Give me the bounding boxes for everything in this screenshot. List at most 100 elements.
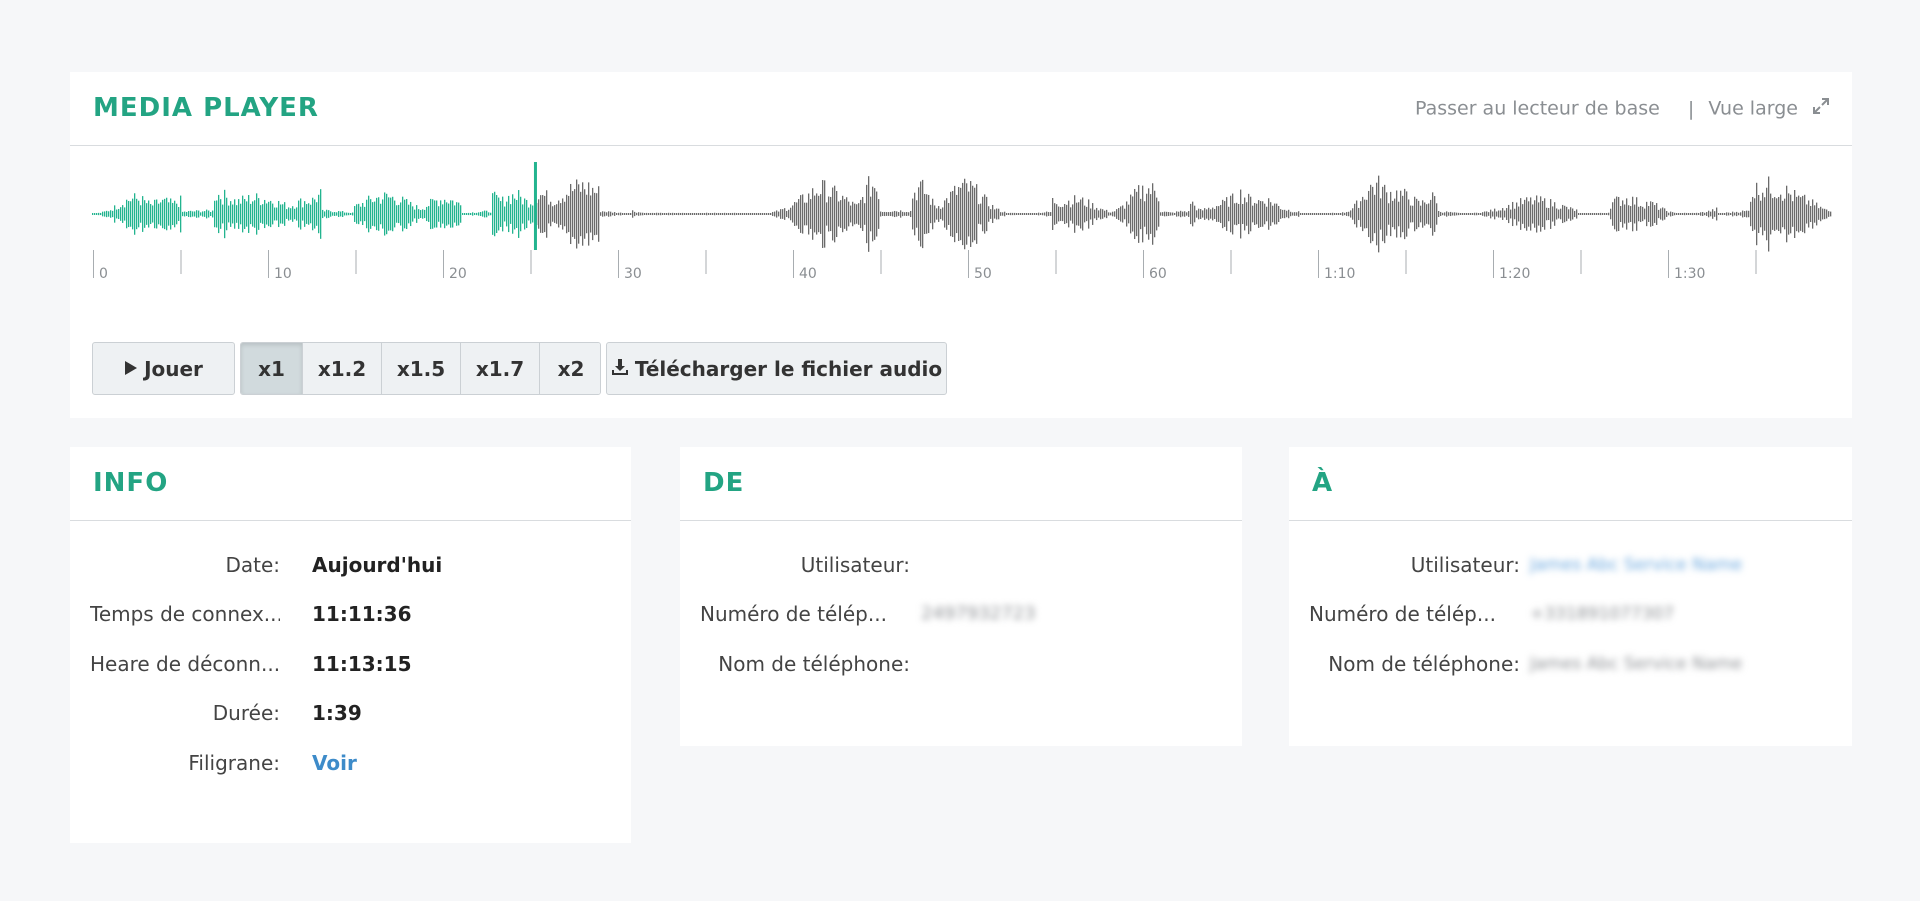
waveform-bar [778,211,780,217]
waveform-bar [1252,205,1254,223]
play-button[interactable]: Jouer [92,342,235,395]
waveform-bar [1442,212,1444,216]
waveform-bar [1608,212,1610,216]
waveform-bar [1776,198,1778,230]
waveform-bar [1530,197,1532,231]
waveform-bar [1768,176,1770,252]
switch-basic-player-link[interactable]: Passer au lecteur de base [1415,98,1660,120]
waveform-bar [1104,210,1106,218]
timeline-label: 1:30 [1674,266,1705,282]
waveform-bar [1186,212,1188,216]
waveform-bar [164,198,166,230]
waveform-bar [1184,211,1186,217]
wide-view-link[interactable]: Vue large [1708,98,1798,120]
waveform-bar [884,211,886,217]
waveform-bar [1168,212,1170,216]
waveform-seek-bar[interactable]: 0 10 20 30 40 50 60 1:10 1:20 1:30 [92,162,1832,292]
waveform-bar [1420,205,1422,223]
waveform-bar [674,213,676,215]
waveform-bar [514,198,516,230]
waveform-bar [540,195,542,233]
connect-time-value: 11:11:36 [312,602,412,626]
speed-x1-5-button[interactable]: x1.5 [381,343,460,394]
waveform-bar [350,213,352,215]
speed-x1-button[interactable]: x1 [241,343,302,394]
timeline-major-tick [93,250,94,278]
waveform-bar [1218,206,1220,222]
waveform-bar [1226,197,1228,231]
waveform-bar [158,203,160,225]
waveform-bar [1474,212,1476,216]
speed-x2-button[interactable]: x2 [539,343,600,394]
to-user-value[interactable]: James Abc Service Name [1530,550,1742,580]
waveform-bar [1754,198,1756,230]
waveform-bar [364,206,366,222]
waveform-bar [1712,209,1714,219]
waveform-bar [1718,213,1720,215]
waveform-bar [740,213,742,215]
waveform-bar [746,213,748,215]
waveform-bar [840,200,842,228]
waveform-bar [722,213,724,215]
waveform-bar [566,194,568,234]
waveform-bar [786,210,788,218]
waveform-bar [1500,210,1502,218]
timeline-minor-tick [355,250,357,274]
waveform-bar [1310,213,1312,215]
waveform-bar [1638,206,1640,222]
speed-x1-7-button[interactable]: x1.7 [460,343,539,394]
waveform-bar [1182,211,1184,217]
speed-x1-2-button[interactable]: x1.2 [302,343,381,394]
waveform-bar [1830,211,1832,217]
waveform-bar [798,199,800,229]
waveform-bar [1130,194,1132,234]
waveform-bar [844,199,846,229]
expand-icon[interactable] [1812,73,1830,145]
waveform-bar [1514,208,1516,220]
waveform-bar [634,211,636,217]
waveform-bar [692,213,694,215]
waveform-bar [1786,185,1788,243]
waveform-bar [1516,202,1518,226]
waveform-bar [238,199,240,229]
waveform-bar [178,207,180,221]
waveform-bar [758,213,760,215]
waveform-bar [464,213,466,215]
waveform-bar [1430,199,1432,229]
waveform-bar [116,209,118,219]
watermark-view-link[interactable]: Voir [312,748,357,778]
waveform-bar [458,202,460,226]
waveform-bar [390,197,392,231]
waveform-bar [398,204,400,224]
waveform-bar [1628,205,1630,223]
waveform-bar [1742,210,1744,218]
waveform-bar [1450,211,1452,217]
waveform-bar [1122,205,1124,223]
waveform-bar [576,179,578,249]
waveform-bar [822,180,824,248]
waveform-bar [1740,212,1742,216]
waveform-bar [386,193,388,235]
waveform-bar [208,210,210,218]
waveform-bar [1338,213,1340,215]
waveform-bar [136,198,138,230]
waveform-bar [302,207,304,221]
waveform-bar [626,213,628,215]
waveform-bar [1536,195,1538,233]
waveform-bar [518,190,520,238]
waveform-bar [572,191,574,237]
waveform-bar [1790,194,1792,234]
waveform-bar [562,198,564,230]
waveform-bar [750,213,752,215]
download-audio-button[interactable]: Télécharger le fichier audio [606,342,947,395]
waveform-bar [978,204,980,224]
waveform-bar [1306,213,1308,215]
waveform-bar [446,202,448,226]
waveform-bar [466,213,468,215]
playhead-cursor[interactable] [533,162,537,250]
waveform-bar [808,193,810,235]
waveform-bar [538,199,540,229]
waveform-bar [968,191,970,237]
waveform-bar [304,201,306,227]
waveform-bar [282,204,284,224]
